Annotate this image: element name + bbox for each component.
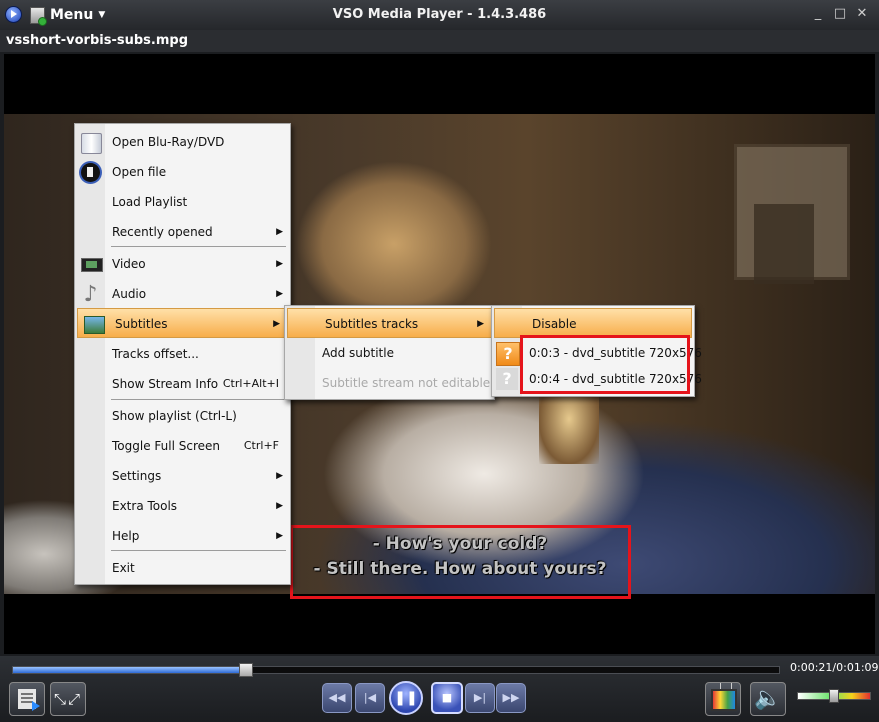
tracks-highlight-box	[520, 335, 690, 394]
rewind-button[interactable]: ◀◀	[322, 683, 352, 713]
menu-item-subtitles[interactable]: Subtitles ▶	[77, 308, 288, 338]
seek-bar[interactable]	[12, 663, 780, 677]
video-icon	[81, 258, 103, 272]
subtitles-submenu: Subtitles tracks ▶ Add subtitle Subtitle…	[284, 305, 495, 400]
shortcut-label: Ctrl+F	[243, 439, 279, 452]
menu-item-label: Settings	[112, 469, 162, 483]
shortcut-label: Ctrl+Alt+I	[222, 377, 279, 390]
fullscreen-button[interactable]: ⤡⤢	[50, 682, 86, 716]
submenu-arrow-icon: ▶	[276, 259, 283, 269]
menu-item-label: Subtitles tracks	[325, 317, 419, 331]
submenu-arrow-icon: ▶	[276, 471, 283, 481]
film-icon	[81, 163, 100, 182]
title-bar: Menu ▼ VSO Media Player - 1.4.3.486 _ □ …	[0, 0, 879, 30]
menu-item-show-playlist[interactable]: Show playlist (Ctrl-L)	[75, 401, 290, 431]
playlist-icon	[18, 689, 40, 711]
menu-item-open-bluray-dvd[interactable]: Open Blu-Ray/DVD	[75, 127, 290, 157]
menu-item-label: Recently opened	[112, 225, 213, 239]
file-bar: vsshort-vorbis-subs.mpg	[0, 30, 879, 52]
menu-item-label: Open file	[112, 165, 167, 179]
menu-item-label: Exit	[112, 561, 135, 575]
menu-item-label: Disable	[532, 317, 577, 331]
menu-separator	[111, 246, 286, 247]
menu-item-label: Open Blu-Ray/DVD	[112, 135, 225, 149]
subtitles-icon	[84, 316, 105, 334]
menu-item-settings[interactable]: Settings ▶	[75, 461, 290, 491]
next-button[interactable]: ▶|	[465, 683, 495, 713]
menu-item-video[interactable]: Video ▶	[75, 249, 290, 279]
file-name: vsshort-vorbis-subs.mpg	[6, 33, 188, 48]
subtitle-highlight-box	[290, 525, 631, 599]
menu-separator	[111, 550, 286, 551]
mute-button[interactable]: 🔈	[750, 682, 786, 716]
menu-separator	[111, 399, 286, 400]
playlist-button[interactable]	[9, 682, 45, 716]
disc-icon	[81, 133, 102, 154]
volume-slider[interactable]	[797, 689, 871, 703]
submenu-arrow-icon: ▶	[273, 319, 280, 329]
menu-item-label: Add subtitle	[322, 346, 394, 360]
menu-item-disable-subtitles[interactable]: Disable	[494, 308, 692, 338]
video-background-shadow	[754, 204, 814, 284]
time-display: 0:00:21/0:01:09	[790, 661, 879, 674]
menu-item-audio[interactable]: ♪ Audio ▶	[75, 279, 290, 309]
menu-item-load-playlist[interactable]: Load Playlist	[75, 187, 290, 217]
minimize-button[interactable]: _	[808, 5, 828, 23]
menu-item-label: Show Stream Info	[112, 377, 219, 391]
submenu-arrow-icon: ▶	[276, 531, 283, 541]
menu-item-label: Extra Tools	[112, 499, 178, 513]
menu-item-tracks-offset[interactable]: Tracks offset...	[75, 339, 290, 369]
question-mark-icon: ?	[496, 342, 520, 366]
close-button[interactable]: ✕	[852, 5, 872, 23]
menu-item-help[interactable]: Help ▶	[75, 521, 290, 551]
menu-item-show-stream-info[interactable]: Show Stream Info Ctrl+Alt+I	[75, 369, 290, 399]
menu-item-toggle-full-screen[interactable]: Toggle Full Screen Ctrl+F	[75, 431, 290, 461]
seek-progress-fill	[13, 667, 246, 673]
question-mark-icon: ?	[496, 368, 518, 390]
menu-item-label: Subtitle stream not editable	[322, 376, 491, 390]
submenu-arrow-icon: ▶	[276, 501, 283, 511]
speaker-icon: 🔈	[754, 686, 782, 711]
fast-forward-button[interactable]: ▶▶	[496, 683, 526, 713]
tv-output-button[interactable]	[705, 682, 741, 716]
menu-item-label: Load Playlist	[112, 195, 188, 209]
menu-item-recently-opened[interactable]: Recently opened ▶	[75, 217, 290, 247]
previous-button[interactable]: |◀	[355, 683, 385, 713]
submenu-arrow-icon: ▶	[276, 289, 283, 299]
seek-thumb[interactable]	[238, 663, 253, 677]
fullscreen-icon: ⤡⤢	[53, 690, 82, 708]
tv-icon	[711, 689, 737, 711]
menu-item-exit[interactable]: Exit	[75, 553, 290, 583]
menu-item-label: Toggle Full Screen	[112, 439, 220, 453]
stop-button[interactable]: ■	[431, 682, 463, 714]
menu-item-add-subtitle[interactable]: Add subtitle	[285, 338, 494, 368]
menu-item-open-file[interactable]: Open file	[75, 157, 290, 187]
menu-item-label: Subtitles	[115, 317, 168, 331]
pause-button[interactable]: ❚❚	[389, 681, 423, 715]
audio-note-icon: ♪	[83, 282, 98, 307]
window-title: VSO Media Player - 1.4.3.486	[332, 7, 547, 22]
maximize-button[interactable]: □	[830, 5, 850, 23]
submenu-arrow-icon: ▶	[477, 319, 484, 329]
volume-thumb[interactable]	[829, 689, 839, 703]
menu-item-label: Help	[112, 529, 140, 543]
menu-item-label: Show playlist (Ctrl-L)	[112, 409, 237, 423]
menu-item-label: Tracks offset...	[112, 347, 199, 361]
main-context-menu: Open Blu-Ray/DVD Open file Load Playlist…	[74, 123, 291, 585]
menu-item-label: Video	[112, 257, 146, 271]
menu-item-label: Audio	[112, 287, 147, 301]
menu-item-extra-tools[interactable]: Extra Tools ▶	[75, 491, 290, 521]
menu-item-subtitles-tracks[interactable]: Subtitles tracks ▶	[287, 308, 492, 338]
menu-item-subtitle-stream-not-editable: Subtitle stream not editable	[285, 368, 494, 398]
submenu-arrow-icon: ▶	[276, 227, 283, 237]
